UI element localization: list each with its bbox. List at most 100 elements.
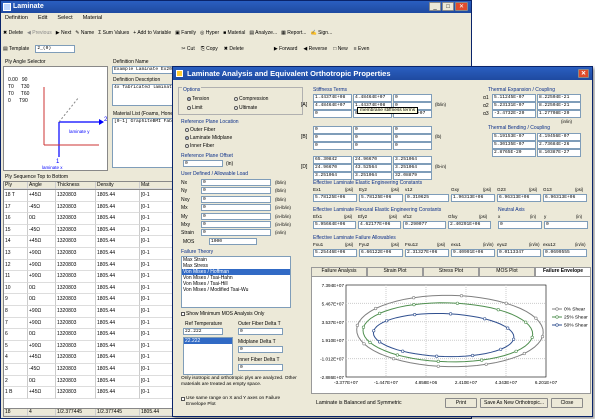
ultimate-radio[interactable]: Ultimate <box>234 105 257 111</box>
reverse-tool[interactable]: ◀ Reverse <box>303 46 327 52</box>
stiffness-cell[interactable]: 3.251064 <box>393 156 432 164</box>
next-tool[interactable]: ▶ Next <box>56 30 72 36</box>
const-value[interactable]: 1.96313E+06 <box>451 194 495 202</box>
stiffness-cell[interactable]: 3.251064 <box>353 172 392 180</box>
inner-fiber-delta-field[interactable]: 0 <box>238 364 283 371</box>
menu-material[interactable]: Material <box>83 15 103 23</box>
tab-failure-envelope[interactable]: Failure Envelope <box>535 267 591 276</box>
tab-stress-plot[interactable]: Stress Plot <box>423 267 479 276</box>
bend-cell[interactable]: 5.30135E-07 <box>492 141 536 149</box>
stiffness-cell[interactable]: 0 <box>393 126 432 134</box>
stiffness-cell[interactable]: 0 <box>313 126 352 134</box>
stiffness-cell[interactable]: 0 <box>313 134 352 142</box>
dialog-close-button[interactable]: ✕ <box>578 69 589 78</box>
copy-tool[interactable]: ⎘ Copy <box>201 46 218 52</box>
stiffness-cell[interactable]: 3.251064 <box>393 164 432 172</box>
close-button[interactable]: ✕ <box>455 2 468 11</box>
inner-fiber-radio[interactable]: Inner Fiber <box>185 143 214 149</box>
table-row[interactable]: 5 +90Ω 1320803 1805.44 [0-1 <box>4 340 182 353</box>
const-value[interactable]: 5.78125E+06 <box>313 194 357 202</box>
load-field[interactable]: 0 <box>201 195 271 203</box>
table-row[interactable]: 8 +90Ω 1320803 1805.44 [0-1 <box>4 305 182 318</box>
const-value[interactable]: 2.40291E+06 <box>448 221 491 229</box>
forward-tool[interactable]: ▶ Forward <box>274 46 298 52</box>
stiffness-cell[interactable]: 4.48464E+07 <box>353 94 392 102</box>
stiffness-cell[interactable]: 3.251064 <box>313 172 352 180</box>
stiffness-cell[interactable]: 0 <box>393 142 432 150</box>
const-value[interactable]: 0.290077 <box>403 221 446 229</box>
bend-cell[interactable]: 4.19456E-07 <box>537 133 581 141</box>
load-field[interactable]: 0 <box>201 179 271 186</box>
stiffness-cell[interactable]: 24.96670 <box>313 164 352 172</box>
table-row[interactable]: 15 -45Ω 1320803 1805.44 [0-1 <box>4 224 182 237</box>
const-value[interactable]: 6.66122E+06 <box>359 249 403 257</box>
table-row[interactable]: 17 -45Ω 1320803 1805.44 [0-1 <box>4 201 182 214</box>
menu-select[interactable]: Select <box>57 15 72 23</box>
delete-tool-2[interactable]: ✖ Delete <box>224 46 244 52</box>
const-value[interactable]: 5.78125E+06 <box>359 194 403 202</box>
table-row[interactable]: 7 +90Ω 1320803 1805.44 [0-1 <box>4 317 182 330</box>
load-field[interactable]: 0 <box>201 212 271 220</box>
stiffness-cell[interactable]: 0 <box>313 110 352 118</box>
col-angle[interactable]: Angle <box>28 182 56 189</box>
add-variable-tool[interactable]: + Add to Variable <box>133 30 171 36</box>
col-thickness[interactable]: Thickness <box>56 182 96 189</box>
const-value[interactable]: 6.96313E+06 <box>497 194 541 202</box>
tab-mos-plot[interactable]: MOS Plot <box>479 267 535 276</box>
load-field[interactable]: 0 <box>201 204 271 212</box>
analyze-tool[interactable]: ▤ Analyze... <box>249 30 277 36</box>
thermal-cell[interactable]: 5.11245E-07 <box>492 94 536 102</box>
compression-radio[interactable]: Compression <box>234 96 268 102</box>
load-field[interactable]: 0 <box>201 229 271 237</box>
stiffness-cell[interactable]: 1.44374E+08 <box>313 94 352 102</box>
const-value[interactable]: 0.0113347 <box>497 249 541 257</box>
template-tool[interactable]: ▤ Template <box>3 46 29 52</box>
report-tool[interactable]: ▦ Report... <box>281 30 306 36</box>
stiffness-cell[interactable]: 0 <box>313 142 352 150</box>
table-row[interactable]: 1 B +45Ω 1320803 1805.44 [0-1 <box>4 387 182 399</box>
table-row[interactable]: 13 +90Ω 1320803 1805.44 [0-1 <box>4 247 182 260</box>
ref-temp-field[interactable]: 22.222 <box>183 328 223 335</box>
dialog-title-bar[interactable]: Laminate Analysis and Equivalent Orthotr… <box>173 67 592 80</box>
same-scale-checkbox[interactable]: Use same range on X and Y axes on Failur… <box>181 396 301 408</box>
table-row[interactable]: 11 +90Ω 1320803 1805.44 [0-1 <box>4 271 182 283</box>
outer-fiber-radio[interactable]: Outer Fiber <box>185 127 215 133</box>
new-tool[interactable]: □ New <box>333 46 347 52</box>
table-row[interactable]: 16 0Ω 1320803 1805.44 [0-1 <box>4 213 182 225</box>
table-row[interactable]: 14 +45Ω 1320803 1805.44 [0-1 <box>4 236 182 248</box>
bend-cell[interactable]: 2.73684E-26 <box>537 141 581 149</box>
stiffness-cell[interactable]: 65.30842 <box>313 156 352 164</box>
const-value[interactable]: 5.25446E+06 <box>313 249 357 257</box>
hyper-tool[interactable]: ◎ Hyper <box>200 30 219 36</box>
thermal-cell[interactable]: 5.23131E-07 <box>492 102 536 110</box>
stiffness-cell[interactable]: 0 <box>393 134 432 142</box>
stiffness-cell[interactable]: 24.96670 <box>353 156 392 164</box>
dialog-close-action-button[interactable]: Close <box>551 398 583 408</box>
stiffness-cell[interactable]: 4.48464E+07 <box>313 102 352 110</box>
table-row[interactable]: 6 0Ω 1320803 1805.44 [0-1 <box>4 329 182 341</box>
col-ply[interactable]: Ply <box>4 182 28 189</box>
table-row[interactable]: 4 +45Ω 1320803 1805.44 [0-1 <box>4 352 182 364</box>
const-value[interactable]: 9.40991E+06 <box>451 249 495 257</box>
main-title-bar[interactable]: Laminate <box>1 1 471 13</box>
col-density[interactable]: Density <box>96 182 140 189</box>
table-row[interactable]: 18 T +45Ω 1320803 1805.44 [0-1 <box>4 190 182 202</box>
thermal-cell[interactable]: -3.4732E-20 <box>492 110 536 118</box>
outer-fiber-delta-field[interactable]: 0 <box>238 328 283 335</box>
table-row[interactable]: 2 0Ω 1320803 1805.44 [0-1 <box>4 375 182 388</box>
tab-strain-plot[interactable]: Strain Plot <box>367 267 423 276</box>
print-button[interactable]: Print <box>445 398 477 408</box>
show-min-mos-checkbox[interactable]: Show Minimum MOS Analysis Only <box>181 311 264 317</box>
bend-cell[interactable]: 2.8765E-20 <box>492 149 536 157</box>
bend-cell[interactable]: 5.19153E-07 <box>492 133 536 141</box>
const-value[interactable]: 2.31327E+06 <box>405 249 449 257</box>
thermal-cell[interactable]: 8.22504E-21 <box>537 94 581 102</box>
midplane-radio[interactable]: Laminate Midplane <box>185 135 232 141</box>
mos-field[interactable]: 1000 <box>209 238 257 245</box>
ref-offset-field[interactable]: 0 <box>183 160 223 167</box>
menu-definition[interactable]: Definition <box>5 15 28 23</box>
table-row[interactable]: 12 +90Ω 1320803 1805.44 [0-1 <box>4 259 182 272</box>
const-value[interactable]: 5.95664E+06 <box>313 221 356 229</box>
midplane-delta-field[interactable]: 0 <box>238 346 283 353</box>
template-select[interactable]: 2_(0) <box>35 45 76 53</box>
